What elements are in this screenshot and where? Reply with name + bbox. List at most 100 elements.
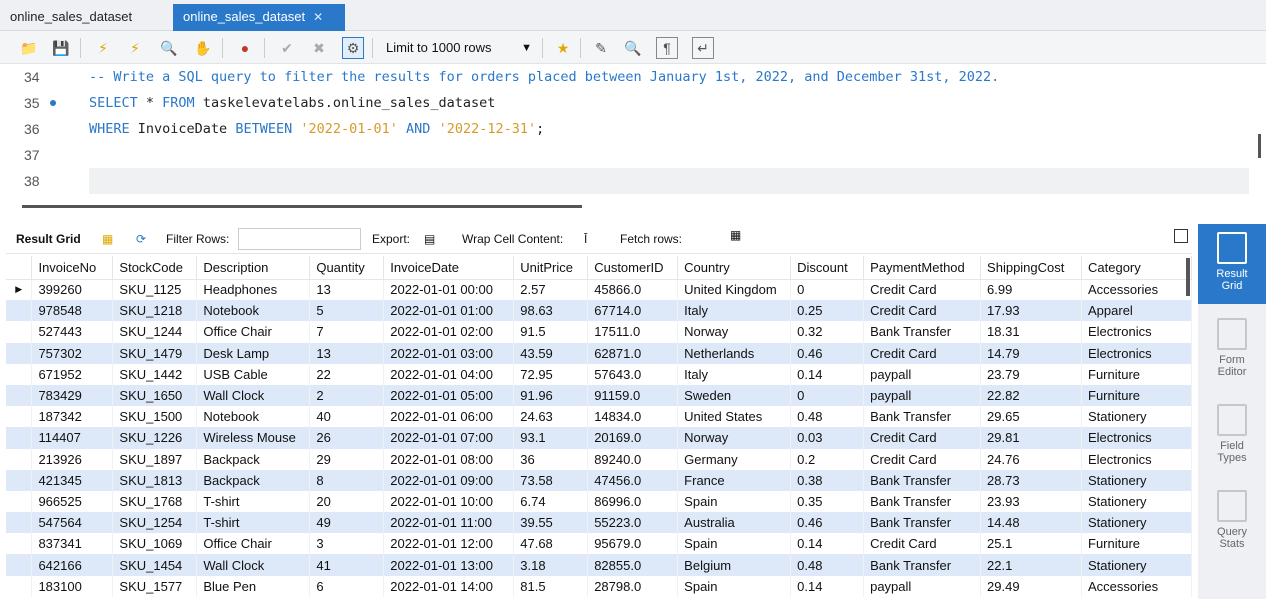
grid-cell[interactable]: 978548: [31, 300, 114, 322]
grid-cell[interactable]: 49: [309, 512, 385, 534]
grid-cell[interactable]: Furniture: [1081, 363, 1192, 385]
wrap-lines-icon[interactable]: ↵: [692, 37, 714, 59]
grid-cell[interactable]: 183100: [31, 575, 114, 597]
column-header[interactable]: InvoiceNo: [31, 256, 114, 280]
row-marker[interactable]: [6, 533, 33, 555]
grid-cell[interactable]: 0.48: [790, 554, 865, 576]
table-row[interactable]: 114407 SKU_1226 Wireless Mouse 26 2022-01-01…: [6, 427, 1192, 449]
grid-cell[interactable]: Norway: [677, 427, 792, 449]
grid-cell[interactable]: Stationery: [1081, 469, 1192, 491]
tab-online-sales-dataset-2[interactable]: online_sales_dataset ✕: [173, 4, 345, 31]
grid-cell[interactable]: Credit Card: [863, 533, 982, 555]
grid-cell[interactable]: 41: [309, 554, 385, 576]
grid-cell[interactable]: paypall: [863, 575, 982, 597]
grid-cell[interactable]: Accessories: [1081, 575, 1192, 597]
grid-cell[interactable]: 2.57: [513, 279, 589, 301]
grid-cell[interactable]: SKU_1768: [112, 490, 198, 513]
grid-cell[interactable]: 29.49: [980, 575, 1082, 597]
table-row[interactable]: 783429 SKU_1650 Wall Clock 2 2022-01-01 05:0…: [6, 384, 1192, 407]
grid-cell[interactable]: Backpack: [196, 448, 311, 470]
column-header[interactable]: Quantity: [309, 256, 385, 280]
grid-cell[interactable]: 2022-01-01 07:00: [383, 427, 515, 449]
table-row[interactable]: ▶ 399260 SKU_1125 Headphones 13 2022-01-01 00…: [6, 279, 1192, 301]
grid-cell[interactable]: paypall: [863, 384, 982, 407]
grid-cell[interactable]: 0.48: [790, 406, 865, 428]
grid-cell[interactable]: 23.79: [980, 363, 1082, 385]
grid-cell[interactable]: Spain: [677, 575, 792, 597]
export-icon[interactable]: ▤: [424, 232, 435, 246]
grid-cell[interactable]: 0: [790, 279, 865, 301]
grid-cell[interactable]: Wall Clock: [196, 384, 311, 407]
grid-cell[interactable]: Furniture: [1081, 533, 1192, 555]
table-row[interactable]: 671952 SKU_1442 USB Cable 22 2022-01-01 04:0…: [6, 363, 1192, 385]
grid-cell[interactable]: 29: [309, 448, 385, 470]
grid-cell[interactable]: Belgium: [677, 554, 792, 576]
row-marker[interactable]: [6, 448, 33, 470]
limit-rows-select[interactable]: Limit to 1000 rows ▼: [380, 37, 540, 59]
grid-cell[interactable]: SKU_1897: [112, 448, 198, 470]
grid-cell[interactable]: 213926: [31, 448, 114, 470]
grid-cell[interactable]: Stationery: [1081, 554, 1192, 576]
grid-cell[interactable]: SKU_1226: [112, 427, 198, 449]
toggle-error-icon[interactable]: ●: [234, 37, 256, 59]
grid-cell[interactable]: Credit Card: [863, 300, 982, 322]
grid-cell[interactable]: SKU_1218: [112, 300, 198, 322]
grid-cell[interactable]: 17511.0: [587, 321, 679, 343]
grid-cell[interactable]: Bank Transfer: [863, 490, 982, 513]
grid-cell[interactable]: 73.58: [513, 469, 589, 491]
grid-cell[interactable]: 966525: [31, 490, 114, 513]
grid-cell[interactable]: Office Chair: [196, 321, 311, 343]
grid-cell[interactable]: 91159.0: [587, 384, 679, 407]
grid-cell[interactable]: Sweden: [677, 384, 792, 407]
grid-cell[interactable]: Bank Transfer: [863, 469, 982, 491]
grid-cell[interactable]: 0.14: [790, 533, 865, 555]
grid-cell[interactable]: 14.48: [980, 512, 1082, 534]
toggle-panel-icon[interactable]: [1174, 229, 1188, 243]
grid-cell[interactable]: 0.2: [790, 448, 865, 470]
close-icon[interactable]: ✕: [313, 10, 323, 24]
grid-cell[interactable]: paypall: [863, 363, 982, 385]
grid-cell[interactable]: France: [677, 469, 792, 491]
grid-cell[interactable]: 8: [309, 469, 385, 491]
wrap-cell-icon[interactable]: Ī: [584, 232, 587, 246]
grid-cell[interactable]: Credit Card: [863, 427, 982, 449]
grid-cell[interactable]: 757302: [31, 342, 114, 364]
grid-cell[interactable]: Backpack: [196, 469, 311, 491]
table-row[interactable]: 978548 SKU_1218 Notebook 5 2022-01-01 01:00 9…: [6, 300, 1192, 322]
grid-cell[interactable]: 36: [513, 448, 589, 470]
grid-cell[interactable]: 0.14: [790, 363, 865, 385]
find-icon[interactable]: 🔍: [622, 37, 644, 59]
grid-cell[interactable]: 17.93: [980, 300, 1082, 322]
row-marker[interactable]: [6, 554, 33, 576]
grid-cell[interactable]: 2022-01-01 09:00: [383, 469, 515, 491]
grid-cell[interactable]: 2022-01-01 12:00: [383, 533, 515, 555]
grid-cell[interactable]: 13: [309, 342, 385, 364]
row-marker[interactable]: [6, 363, 33, 385]
column-header[interactable]: Discount: [790, 256, 865, 280]
table-row[interactable]: 642166 SKU_1454 Wall Clock 41 2022-01-01 13:…: [6, 554, 1192, 576]
result-grid-button[interactable]: Result Grid: [1198, 224, 1266, 304]
row-marker[interactable]: [6, 300, 33, 322]
editor-scrollbar[interactable]: [1258, 134, 1261, 158]
add-snippet-icon[interactable]: ★: [552, 37, 574, 59]
column-header[interactable]: Category: [1081, 256, 1192, 280]
grid-cell[interactable]: Bank Transfer: [863, 512, 982, 534]
grid-cell[interactable]: 6.74: [513, 490, 589, 513]
save-icon[interactable]: 💾: [50, 37, 72, 59]
execute-icon[interactable]: ⚡: [92, 37, 114, 59]
form-editor-button[interactable]: Form Editor: [1198, 310, 1266, 390]
grid-cell[interactable]: 13: [309, 279, 385, 301]
field-types-button[interactable]: Field Types: [1198, 396, 1266, 476]
grid-cell[interactable]: 421345: [31, 469, 114, 491]
grid-cell[interactable]: SKU_1577: [112, 575, 198, 597]
grid-cell[interactable]: USB Cable: [196, 363, 311, 385]
grid-cell[interactable]: 0.38: [790, 469, 865, 491]
grid-cell[interactable]: Wall Clock: [196, 554, 311, 576]
explain-icon[interactable]: 🔍: [158, 37, 180, 59]
column-header[interactable]: Description: [196, 256, 311, 280]
grid-cell[interactable]: SKU_1650: [112, 384, 198, 407]
grid-cell[interactable]: 29.81: [980, 427, 1082, 449]
grid-cell[interactable]: 2022-01-01 01:00: [383, 300, 515, 322]
table-row[interactable]: 966525 SKU_1768 T-shirt 20 2022-01-01 10:00 6…: [6, 490, 1192, 513]
grid-cell[interactable]: SKU_1500: [112, 406, 198, 428]
